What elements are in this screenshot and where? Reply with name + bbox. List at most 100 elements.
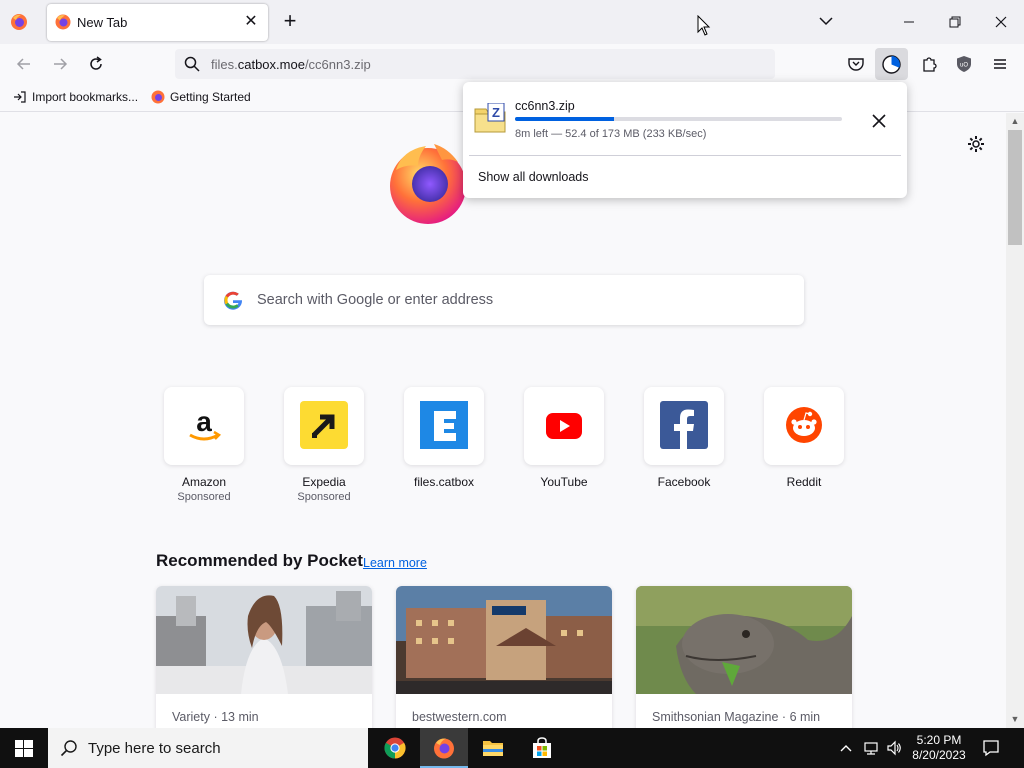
taskbar-firefox[interactable] — [420, 728, 468, 768]
forward-icon[interactable] — [50, 54, 70, 74]
network-icon[interactable] — [863, 740, 879, 756]
top-site-facebook[interactable]: Facebook — [644, 387, 724, 489]
search-icon — [184, 56, 200, 72]
url-bar[interactable]: files.catbox.moe/cc6nn3.zip — [175, 49, 775, 79]
downloads-button[interactable] — [875, 48, 908, 80]
volume-icon[interactable] — [886, 740, 902, 756]
taskbar-clock[interactable]: 5:20 PM 8/20/2023 — [906, 733, 972, 763]
top-site-tile[interactable] — [524, 387, 604, 465]
top-site-tile[interactable] — [764, 387, 844, 465]
pocket-card[interactable]: bestwestern.com — [396, 586, 612, 736]
top-site-name: files.catbox — [413, 475, 475, 489]
minimize-icon[interactable] — [899, 12, 919, 32]
ublock-origin-icon[interactable]: uO — [954, 54, 974, 74]
hamburger-menu-icon[interactable] — [990, 54, 1010, 74]
top-site-tile[interactable]: a — [164, 387, 244, 465]
card-source: Variety · 13 min — [172, 710, 259, 724]
tab-new-tab[interactable]: New Tab ✕ — [47, 4, 268, 41]
download-file-name[interactable]: cc6nn3.zip — [515, 99, 575, 113]
firefox-icon — [434, 738, 454, 759]
sponsored-label: Sponsored — [297, 491, 351, 503]
top-site-tile[interactable] — [404, 387, 484, 465]
sponsored-label: Sponsored — [177, 491, 231, 503]
pocket-card[interactable]: Variety · 13 min — [156, 586, 372, 736]
top-site-name: YouTube — [540, 475, 588, 489]
downloads-panel: Z cc6nn3.zip 8m left — 52.4 of 173 MB (2… — [463, 82, 907, 198]
notification-icon[interactable] — [982, 739, 1000, 757]
tab-strip: New Tab ✕ + — [0, 0, 1024, 44]
youtube-icon — [546, 413, 582, 439]
folder-icon — [483, 741, 503, 756]
taskbar-chrome[interactable] — [371, 728, 419, 768]
firefox-icon — [151, 90, 165, 104]
navigation-toolbar: files.catbox.moe/cc6nn3.zip uO — [0, 44, 1024, 84]
top-site-name: Facebook — [657, 475, 711, 489]
top-site-name: Amazon — [181, 475, 227, 489]
scroll-down-icon[interactable]: ▼ — [1010, 714, 1020, 724]
scroll-up-icon[interactable]: ▲ — [1010, 116, 1020, 126]
firefox-logo-icon — [390, 144, 466, 224]
bookmark-getting-started[interactable]: Getting Started — [151, 90, 251, 106]
window-close-icon[interactable] — [991, 12, 1011, 32]
top-site-name: Reddit — [786, 475, 822, 489]
svg-text:Z: Z — [492, 105, 500, 120]
gear-icon[interactable] — [966, 134, 986, 154]
card-source: Smithsonian Magazine · 6 min — [652, 710, 821, 724]
top-site-tile[interactable] — [644, 387, 724, 465]
mouse-cursor-icon — [697, 15, 711, 36]
extensions-icon[interactable] — [919, 54, 939, 74]
download-progress-fill — [515, 117, 615, 121]
catbox-icon — [420, 401, 468, 449]
top-site-youtube[interactable]: YouTube — [524, 387, 604, 489]
start-button[interactable] — [0, 728, 48, 768]
article-image — [636, 586, 852, 694]
bookmark-label: Getting Started — [170, 90, 251, 104]
new-tab-button[interactable]: + — [280, 10, 300, 33]
article-image — [396, 586, 612, 694]
taskbar-search-box[interactable]: Type here to search — [48, 728, 368, 768]
pocket-icon[interactable] — [846, 54, 866, 74]
list-all-tabs-icon[interactable] — [818, 13, 834, 29]
firefox-view-icon[interactable] — [10, 13, 28, 31]
facebook-icon — [660, 401, 708, 449]
windows-icon — [15, 740, 33, 757]
firefox-icon — [55, 14, 71, 30]
download-status: 8m left — 52.4 of 173 MB (233 KB/sec) — [515, 128, 707, 140]
search-box[interactable]: Search with Google or enter address — [204, 275, 804, 325]
expedia-icon — [300, 401, 348, 449]
chrome-icon — [384, 737, 406, 759]
download-progress-icon — [882, 55, 901, 74]
back-icon[interactable] — [14, 54, 34, 74]
tab-close-icon[interactable]: ✕ — [242, 13, 260, 31]
clock-time: 5:20 PM — [916, 733, 962, 747]
zip-file-icon: Z — [474, 103, 506, 133]
top-site-tile[interactable] — [284, 387, 364, 465]
top-site-reddit[interactable]: Reddit — [764, 387, 844, 489]
search-icon — [60, 740, 77, 757]
scrollbar-thumb[interactable] — [1008, 130, 1022, 245]
pocket-learn-more-link[interactable]: Learn more — [363, 556, 427, 570]
restore-icon[interactable] — [945, 12, 965, 32]
microsoft-store-icon — [533, 737, 551, 758]
top-site-name: Expedia — [302, 475, 346, 489]
bookmark-import[interactable]: Import bookmarks... — [13, 90, 138, 106]
taskbar-file-explorer[interactable] — [469, 728, 517, 768]
url-host: catbox.moe — [237, 57, 305, 72]
taskbar-search-placeholder: Type here to search — [88, 740, 221, 757]
chevron-up-icon[interactable] — [838, 740, 854, 756]
top-site-files-catbox[interactable]: files.catbox — [404, 387, 484, 489]
svg-text:a: a — [196, 406, 212, 437]
top-site-amazon[interactable]: a Amazon Sponsored — [164, 387, 244, 503]
tab-title: New Tab — [77, 15, 128, 30]
reload-icon[interactable] — [86, 54, 106, 74]
taskbar-store[interactable] — [518, 728, 566, 768]
reddit-icon — [786, 407, 822, 443]
amazon-icon: a — [189, 406, 222, 441]
pocket-card[interactable]: Smithsonian Magazine · 6 min — [636, 586, 852, 736]
cancel-download-icon[interactable] — [869, 111, 889, 131]
show-all-downloads-button[interactable]: Show all downloads — [478, 170, 589, 184]
clock-date: 8/20/2023 — [912, 748, 966, 762]
top-site-expedia[interactable]: Expedia Sponsored — [284, 387, 364, 503]
google-icon — [224, 291, 243, 310]
windows-taskbar: Type here to search 5:20 PM 8/20/2023 — [0, 728, 1024, 768]
